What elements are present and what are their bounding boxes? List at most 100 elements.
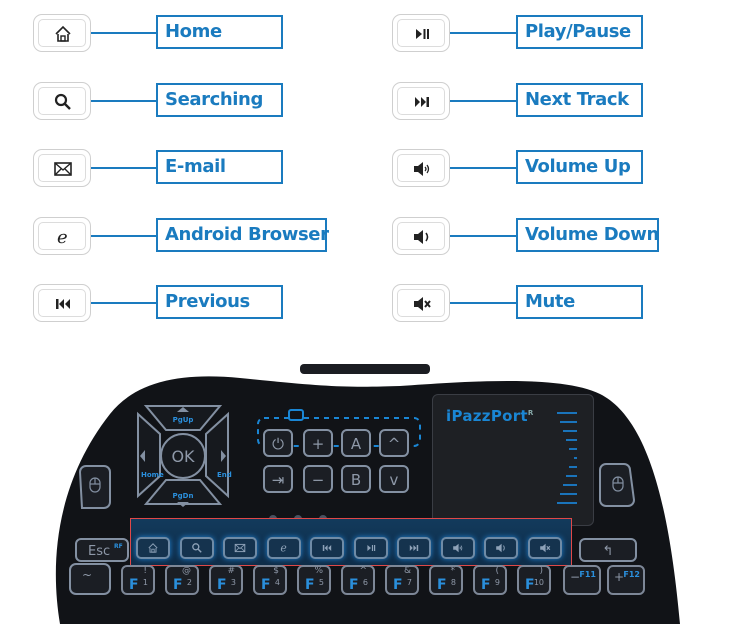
function-key-7[interactable]: F & 7 — [385, 565, 419, 595]
media-key-search[interactable] — [179, 537, 214, 559]
function-key-8[interactable]: F * 8 — [429, 565, 463, 595]
volume-down-icon — [496, 543, 505, 553]
power-key-label: ⏻ — [272, 435, 284, 453]
function-key-f11[interactable]: − F11 — [563, 565, 601, 595]
fkey-label: F11 — [579, 570, 596, 579]
scroll-strip[interactable] — [557, 412, 577, 511]
svg-text:PgUp: PgUp — [173, 416, 194, 424]
legend-item-play-pause: Play/Pause — [392, 14, 735, 52]
media-key-next[interactable] — [397, 537, 431, 559]
legend-label: Volume Up — [516, 150, 643, 184]
search-icon — [54, 93, 71, 110]
svg-text:B: B — [351, 471, 361, 489]
legend-label: Searching — [156, 82, 283, 117]
browser-e-icon: e — [57, 227, 68, 247]
fkey-letter: F — [261, 577, 271, 593]
legend-item-home: Home — [33, 14, 433, 52]
mute-icon — [539, 543, 550, 553]
svg-text:^: ^ — [388, 435, 401, 453]
next-track-icon — [415, 96, 429, 107]
legend-item-android-browser: e Android Browser — [33, 216, 433, 255]
play-pause-icon — [366, 545, 375, 551]
function-key-10[interactable]: F) 10 — [517, 565, 551, 595]
touchpad[interactable]: iPazzPortR — [432, 394, 594, 526]
connector-line — [91, 234, 156, 237]
legend-item-next-track: Next Track — [392, 81, 735, 120]
fkey-number: 7 — [406, 578, 412, 587]
next-track-icon — [409, 545, 419, 551]
svg-text:⇥: ⇥ — [272, 471, 285, 489]
media-key-home[interactable] — [136, 537, 170, 559]
connector-line — [91, 99, 156, 102]
search-icon — [191, 543, 202, 553]
fkey-number: 4 — [274, 578, 280, 587]
fkey-number: 3 — [230, 578, 236, 587]
volume-up-icon — [452, 543, 462, 553]
function-key-5[interactable]: F% 5 — [297, 565, 331, 595]
key-illustration — [392, 81, 450, 120]
fkey-number: 9 — [494, 578, 500, 587]
media-key-volume-down[interactable] — [484, 537, 518, 559]
legend-label: Next Track — [516, 82, 643, 117]
function-key-f12[interactable]: + F12 — [607, 565, 645, 595]
home-icon — [55, 25, 71, 42]
media-key-mail[interactable] — [223, 537, 257, 559]
legend-item-searching: Searching — [33, 81, 433, 120]
home-icon — [148, 543, 158, 553]
fkey-symbol: @ — [182, 566, 191, 576]
fkey-letter: F — [129, 577, 139, 593]
connector-line — [450, 234, 516, 237]
function-key-2[interactable]: F @2 — [165, 565, 199, 595]
brand-logo: iPazzPortR — [446, 407, 534, 425]
dpad-ok-label: OK — [171, 447, 195, 466]
previous-track-icon — [322, 545, 332, 551]
fkey-symbol: $ — [273, 566, 279, 576]
svg-text:+: + — [312, 435, 325, 453]
key-illustration — [392, 149, 450, 187]
connector-line — [91, 167, 156, 169]
media-key-play-pause[interactable] — [353, 537, 388, 559]
connector-line — [91, 302, 156, 304]
connector-line — [450, 302, 516, 304]
media-key-volume-up[interactable] — [440, 537, 475, 559]
media-key-mute[interactable] — [527, 537, 562, 559]
mail-icon — [234, 543, 246, 553]
fkey-letter: F — [393, 577, 403, 593]
fkey-number: 5 — [318, 578, 324, 587]
svg-text:Home: Home — [141, 471, 164, 479]
volume-down-icon — [414, 229, 429, 244]
svg-text:RF: RF — [114, 543, 123, 550]
fkey-letter: F — [217, 577, 227, 593]
fkey-letter: F — [481, 577, 491, 593]
legend-item-previous: Previous — [33, 284, 433, 322]
svg-text:A: A — [351, 435, 362, 453]
media-key-browser[interactable]: e — [266, 537, 301, 559]
svg-text:↰: ↰ — [603, 544, 614, 559]
function-key-6[interactable]: F ^ 6 — [341, 565, 375, 595]
fkey-symbol: & — [403, 566, 411, 576]
fkey-symbol: ) — [539, 566, 543, 576]
function-key-4[interactable]: F $4 — [253, 565, 287, 595]
volume-up-icon — [414, 162, 430, 176]
connector-line — [450, 99, 516, 102]
key-illustration — [33, 14, 91, 52]
svg-text:−: − — [312, 471, 325, 489]
svg-text:e: e — [280, 542, 286, 554]
key-illustration: e — [33, 216, 91, 255]
connector-line — [450, 167, 516, 169]
connector-line — [91, 32, 156, 34]
legend-item-volume-up: Volume Up — [392, 149, 735, 187]
fkey-number: 8 — [450, 578, 456, 587]
function-key-9[interactable]: F (9 — [473, 565, 507, 595]
fkey-number: 6 — [362, 578, 368, 587]
function-key-3[interactable]: F #3 — [209, 565, 243, 595]
legend-label: E-mail — [156, 150, 283, 184]
fkey-symbol: ! — [143, 566, 147, 576]
tv-icon — [288, 409, 304, 421]
mute-icon — [414, 297, 431, 311]
svg-text:e: e — [57, 227, 68, 247]
media-key-previous[interactable] — [310, 537, 344, 559]
connector-line — [450, 32, 516, 34]
previous-track-icon — [56, 299, 70, 309]
function-key-1[interactable]: F! 1 — [121, 565, 155, 595]
